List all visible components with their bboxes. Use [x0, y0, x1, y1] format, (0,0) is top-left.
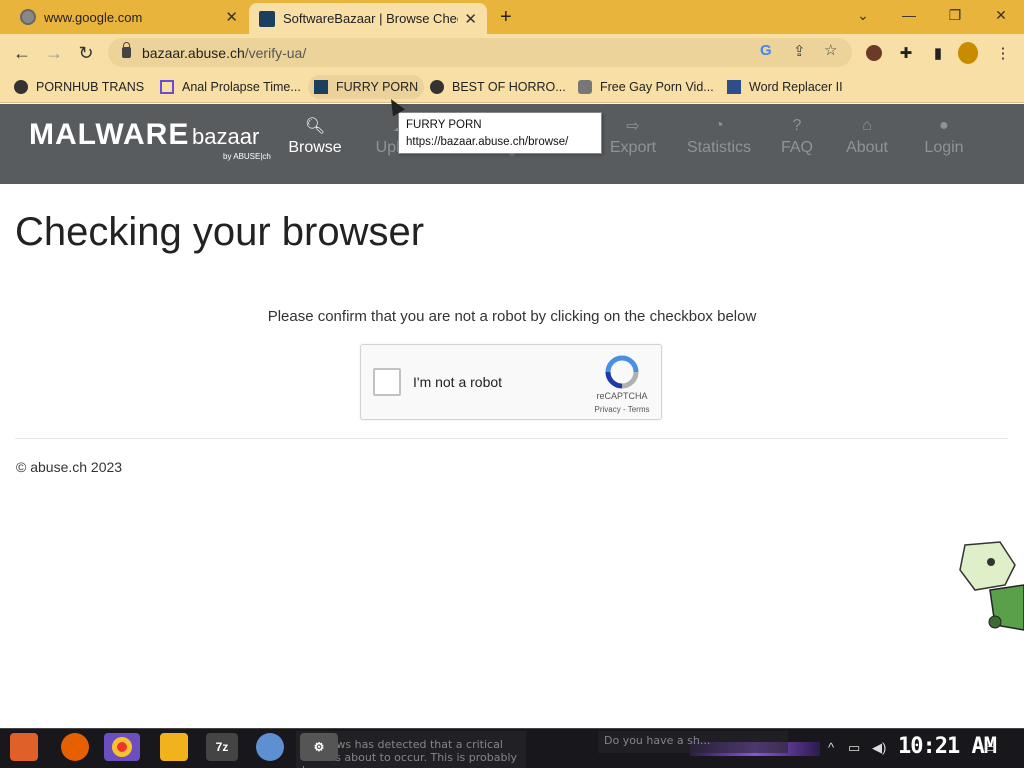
bookmark-label: Word Replacer II	[749, 80, 843, 94]
privacy-link[interactable]: Privacy	[595, 405, 621, 414]
abuse-logo-icon	[259, 10, 275, 27]
reload-button[interactable]: ↻	[73, 40, 99, 66]
url-text: bazaar.abuse.ch/verify-ua/	[142, 44, 307, 61]
recaptcha-logo-icon	[605, 355, 639, 389]
recaptcha-widget: I'm not a robot reCAPTCHA Privacy - Term…	[360, 344, 662, 420]
pie-chart-icon: ◔	[714, 117, 724, 134]
file-explorer-icon[interactable]	[160, 733, 188, 761]
nav-label: FAQ	[780, 139, 813, 156]
google-lens-icon[interactable]: G	[760, 42, 772, 59]
close-icon[interactable]: ✕	[464, 10, 477, 28]
tab-google[interactable]: www.google.com ✕	[8, 0, 248, 34]
recaptcha-checkbox[interactable]	[373, 368, 401, 396]
divider	[15, 438, 1008, 439]
close-icon[interactable]: ✕	[225, 8, 238, 26]
search-icon: 🔍︎	[304, 118, 326, 135]
nav-login[interactable]: ● Login	[909, 117, 979, 157]
site-logo[interactable]: MALWARE	[29, 118, 189, 152]
bookmark-label: PORNHUB TRANS	[36, 80, 145, 94]
share-icon[interactable]: ⇪	[793, 42, 806, 60]
bookmark-item[interactable]: Anal Prolapse Time...	[154, 75, 307, 99]
desktop-mascot-icon	[959, 541, 1024, 631]
question-icon: ?	[792, 117, 802, 134]
nav-faq[interactable]: ? FAQ	[762, 117, 832, 157]
restore-button[interactable]: ❐	[932, 0, 978, 30]
address-bar[interactable]: bazaar.abuse.ch/verify-ua/ G ⇪ ☆	[108, 38, 852, 67]
recaptcha-label: I'm not a robot	[413, 374, 503, 390]
extensions-puzzle-icon[interactable]: ✚	[896, 43, 916, 63]
new-tab-button[interactable]: +	[500, 6, 512, 29]
nav-label: About	[846, 139, 888, 156]
globe-icon	[14, 80, 28, 94]
profile-avatar-icon[interactable]	[958, 42, 978, 64]
nav-label: Export	[609, 139, 657, 156]
nav-label: Statistics	[686, 139, 751, 156]
bookmark-favicon-icon	[160, 80, 174, 94]
bookmark-label: Free Gay Porn Vid...	[600, 80, 714, 94]
building-icon: ⌂	[862, 117, 872, 134]
bookmark-item[interactable]: Word Replacer II	[721, 75, 849, 99]
bookmark-item[interactable]: BEST OF HORRO...	[424, 75, 572, 99]
bookmark-label: BEST OF HORRO...	[452, 80, 566, 94]
profile-extension-icon[interactable]	[864, 43, 884, 63]
action-center-icon[interactable]: ▭	[984, 740, 996, 756]
paint-icon[interactable]	[256, 733, 284, 761]
captcha-instruction: Please confirm that you are not a robot …	[267, 308, 757, 325]
globe-icon	[430, 80, 444, 94]
bookmark-label: Anal Prolapse Time...	[182, 80, 301, 94]
system-notification-secondary: Do you have a sh...	[598, 731, 788, 753]
bookmark-tooltip: FURRY PORN https://bazaar.abuse.ch/brows…	[398, 112, 602, 154]
lock-icon[interactable]	[122, 42, 131, 58]
settings-icon[interactable]: ⚙	[300, 733, 338, 761]
minimize-button[interactable]: —	[886, 0, 932, 30]
globe-icon	[20, 9, 36, 25]
tab-search-chevron-icon[interactable]: ⌄	[840, 0, 886, 30]
user-icon: ●	[939, 117, 949, 134]
7zip-icon[interactable]: 7z	[206, 733, 238, 761]
forward-button[interactable]: →	[41, 40, 67, 66]
page-title: Checking your browser	[15, 210, 425, 254]
site-logo-by: by ABUSE|ch	[223, 152, 271, 161]
nav-about[interactable]: ⌂ About	[832, 117, 902, 157]
nav-statistics[interactable]: ◔ Statistics	[684, 117, 754, 157]
nav-browse[interactable]: 🔍︎ Browse	[280, 117, 350, 157]
menu-kebab-icon[interactable]: ⋮	[993, 43, 1013, 63]
abuse-logo-icon	[314, 80, 328, 94]
start-icon[interactable]	[10, 733, 38, 761]
terms-link[interactable]: Terms	[628, 405, 650, 414]
tab-title: www.google.com	[44, 9, 143, 25]
taskbar-clock[interactable]: 10:21 AM	[898, 734, 997, 759]
copyright: © abuse.ch 2023	[16, 459, 123, 475]
recaptcha-brand: reCAPTCHA	[596, 391, 648, 401]
network-icon[interactable]: ▭	[848, 740, 860, 756]
bookmark-item[interactable]: PORNHUB TRANS	[8, 75, 150, 99]
nav-label: Login	[924, 139, 964, 156]
bookmark-favicon-icon	[578, 80, 592, 94]
site-logo-sub[interactable]: bazaar	[192, 124, 259, 150]
volume-icon[interactable]: ◀)	[872, 740, 886, 756]
tab-softwarebazaar[interactable]: SoftwareBazaar | Browse Chec ✕	[249, 3, 487, 34]
tooltip-url: https://bazaar.abuse.ch/browse/	[406, 136, 569, 148]
nav-export[interactable]: ⇨ Export	[598, 117, 668, 157]
link-separator: -	[620, 405, 628, 414]
bookmark-label: FURRY PORN	[336, 80, 419, 94]
close-window-button[interactable]: ✕	[978, 0, 1024, 30]
side-panel-icon[interactable]: ▮	[928, 43, 948, 63]
tooltip-title: FURRY PORN	[406, 119, 482, 131]
chrome-icon[interactable]	[104, 733, 140, 761]
word-replacer-icon	[727, 80, 741, 94]
tab-title: SoftwareBazaar | Browse Chec	[283, 11, 458, 26]
bookmark-item[interactable]: FURRY PORN	[308, 75, 425, 99]
firefox-icon[interactable]	[61, 733, 89, 761]
nav-label: Browse	[288, 139, 342, 156]
show-hidden-icons-icon[interactable]: ^	[828, 740, 834, 755]
bookmark-item[interactable]: Free Gay Porn Vid...	[572, 75, 720, 99]
bookmark-star-icon[interactable]: ☆	[824, 41, 837, 59]
back-button[interactable]: ←	[9, 40, 35, 66]
recaptcha-links: Privacy - Terms	[581, 405, 663, 414]
export-icon: ⇨	[626, 118, 640, 135]
